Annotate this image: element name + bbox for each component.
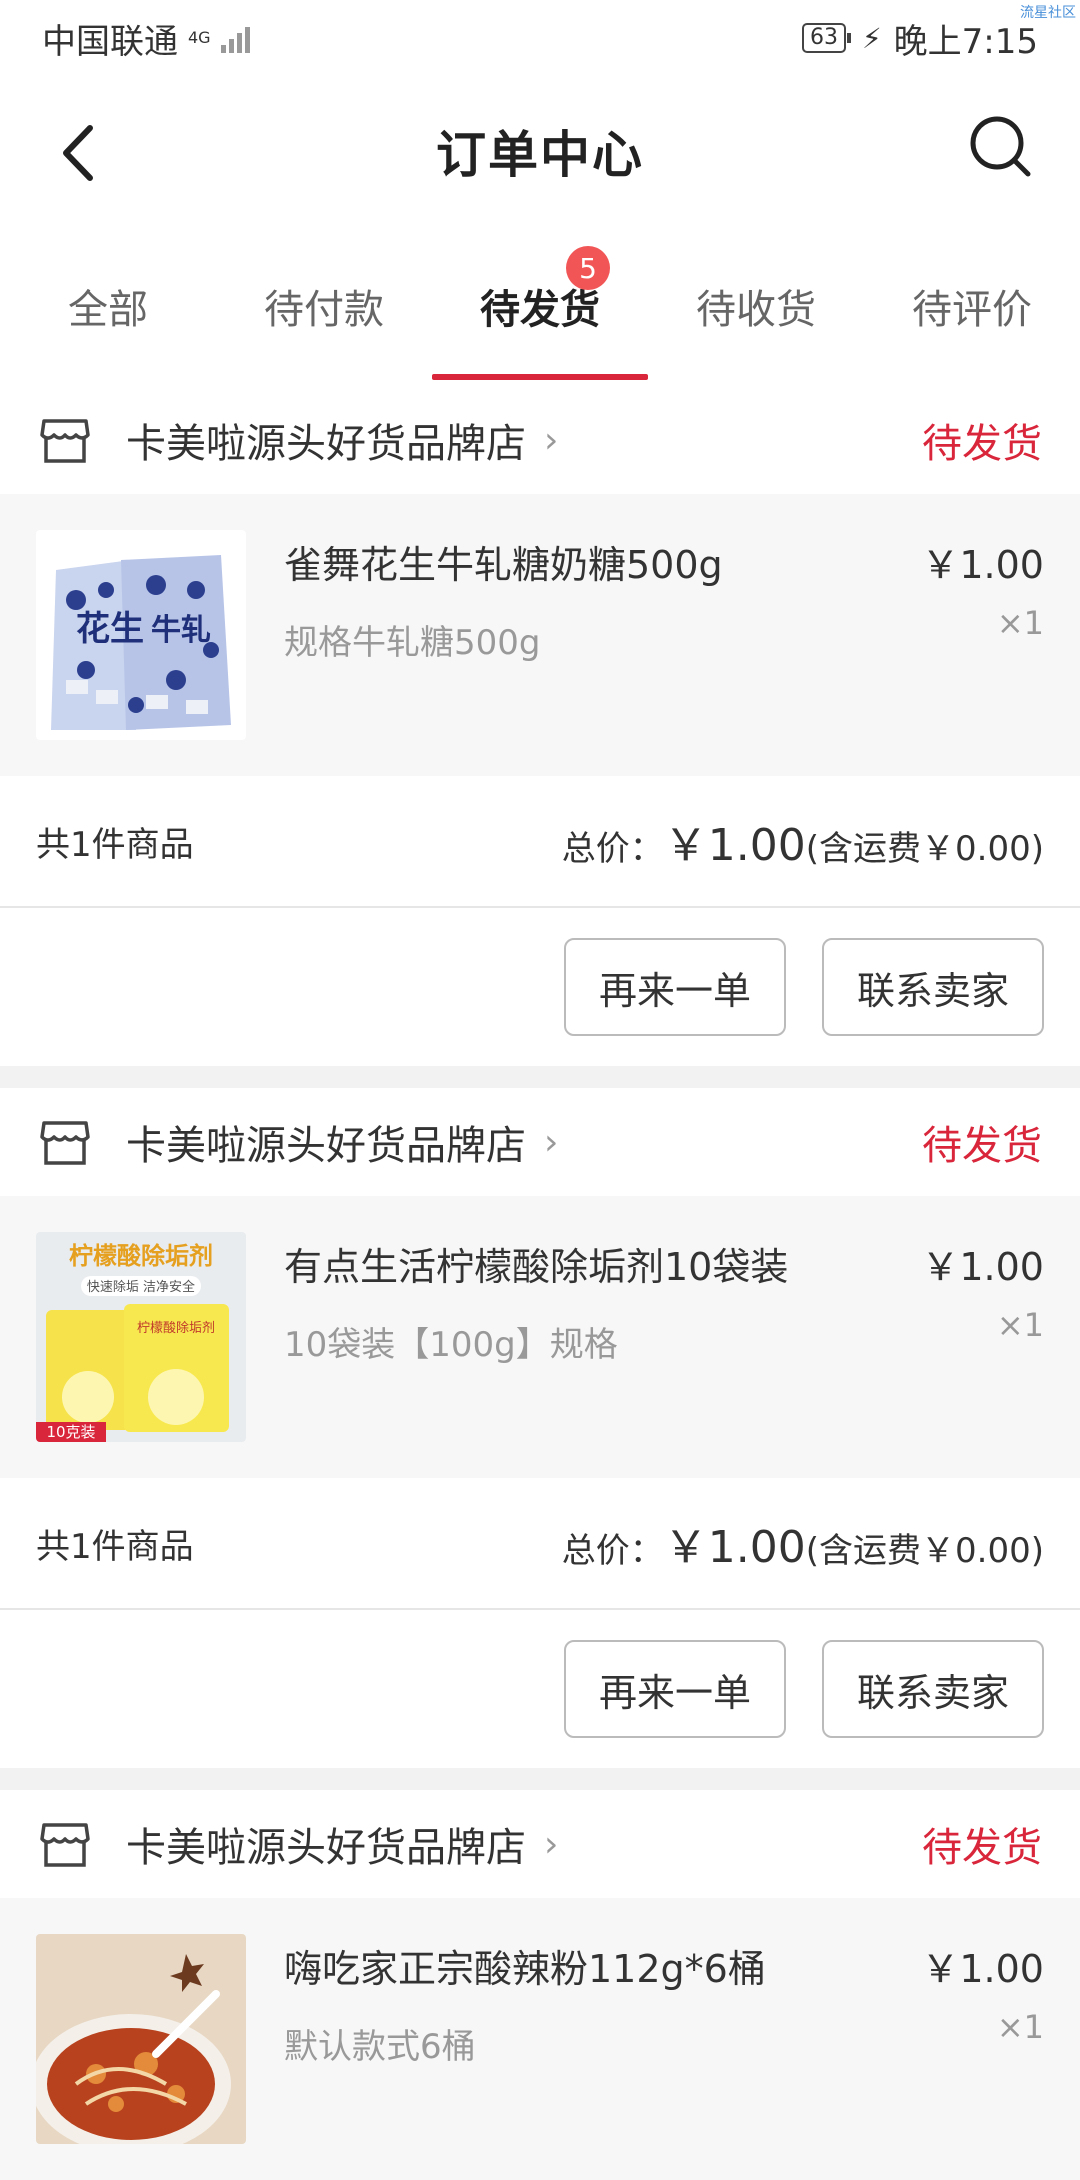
product-image bbox=[36, 1934, 246, 2144]
product-row[interactable]: 嗨吃家正宗酸辣粉112g*6桶 默认款式6桶 ￥1.00 ×1 bbox=[0, 1898, 1080, 2180]
search-icon bbox=[970, 116, 1031, 177]
product-image: 花生 牛轧 bbox=[36, 530, 246, 740]
tab-pending-review[interactable]: 待评价 bbox=[864, 226, 1080, 386]
order-summary: 共1件商品 总价： ￥1.00 (含运费￥0.00) bbox=[0, 776, 1080, 908]
tab-label: 全部 bbox=[68, 287, 148, 333]
status-right: 63 ⚡ 晚上7:15 bbox=[801, 14, 1038, 63]
back-arrow-icon bbox=[63, 125, 93, 181]
item-count: 共1件商品 bbox=[36, 824, 194, 865]
tab-pending-payment[interactable]: 待付款 bbox=[216, 226, 432, 386]
carrier-name: 中国联通 bbox=[42, 21, 178, 62]
order-summary: 共1件商品 总价： ￥1.00 (含运费￥0.00) bbox=[0, 1478, 1080, 1610]
reorder-button[interactable]: 再来一单 bbox=[564, 938, 786, 1036]
product-spec: 规格牛轧糖500g bbox=[284, 623, 541, 663]
product-spec: 10袋装【100g】规格 bbox=[284, 1325, 618, 1365]
shop-row[interactable]: 卡美啦源头好货品牌店 › 待发货 bbox=[0, 1790, 1080, 1898]
tab-label: 待付款 bbox=[264, 287, 384, 333]
svg-text:柠檬酸除垢剂: 柠檬酸除垢剂 bbox=[137, 1321, 215, 1336]
back-button[interactable] bbox=[52, 118, 112, 188]
thumb-tag: 10克装 bbox=[46, 1423, 95, 1441]
product-spec: 默认款式6桶 bbox=[284, 2027, 476, 2067]
order-card: 卡美啦源头好货品牌店 › 待发货 花生 牛轧 雀舞花生牛轧糖奶糖500g 规格牛… bbox=[0, 386, 1080, 1066]
contact-seller-button[interactable]: 联系卖家 bbox=[822, 938, 1044, 1036]
order-tabs: 全部 待付款 待发货 5 待收货 待评价 bbox=[0, 226, 1080, 386]
product-quantity: ×1 bbox=[996, 1306, 1044, 1344]
thumb-subtext: 快速除垢 洁净安全 bbox=[87, 1279, 195, 1295]
thumb-text: 柠檬酸除垢剂 bbox=[69, 1242, 213, 1270]
order-total: 总价： ￥1.00 (含运费￥0.00) bbox=[562, 809, 1044, 873]
tab-badge: 5 bbox=[566, 246, 610, 290]
order-card: 卡美啦源头好货品牌店 › 待发货 嗨吃家正宗酸辣粉112g*6桶 默认款式6桶 … bbox=[0, 1790, 1080, 2180]
shipping-fee: (含运费￥0.00) bbox=[805, 1531, 1044, 1571]
total-amount: ￥1.00 bbox=[663, 1522, 806, 1573]
shop-icon bbox=[40, 419, 90, 463]
svg-text:花生: 花生 bbox=[76, 609, 144, 649]
active-tab-indicator bbox=[432, 374, 648, 380]
shop-icon bbox=[40, 1121, 90, 1165]
tab-label: 待评价 bbox=[912, 287, 1032, 333]
network-label: 4G bbox=[188, 28, 211, 47]
total-label: 总价： bbox=[561, 829, 664, 869]
total-amount: ￥1.00 bbox=[663, 820, 806, 871]
status-left: 中国联通 4G bbox=[42, 14, 250, 63]
shop-name: 卡美啦源头好货品牌店 bbox=[126, 1123, 526, 1169]
shop-icon bbox=[40, 1823, 90, 1867]
charging-icon: ⚡ bbox=[861, 21, 882, 55]
tab-pending-shipment[interactable]: 待发货 5 bbox=[432, 226, 648, 386]
order-status: 待发货 bbox=[922, 421, 1042, 467]
page-title: 订单中心 bbox=[436, 126, 644, 184]
order-total: 总价： ￥1.00 (含运费￥0.00) bbox=[562, 1511, 1044, 1575]
product-price: ￥1.00 bbox=[921, 543, 1044, 587]
product-row[interactable]: 花生 牛轧 雀舞花生牛轧糖奶糖500g 规格牛轧糖500g ￥1.00 ×1 bbox=[0, 494, 1080, 776]
chevron-right-icon: › bbox=[544, 1823, 559, 1865]
contact-seller-button[interactable]: 联系卖家 bbox=[822, 1640, 1044, 1738]
network-type: 4G bbox=[188, 30, 211, 46]
product-row[interactable]: 柠檬酸除垢剂 快速除垢 洁净安全 柠檬酸除垢剂 10克装 有点生活柠檬酸除垢剂1… bbox=[0, 1196, 1080, 1478]
product-quantity: ×1 bbox=[996, 2008, 1044, 2046]
battery-icon: 63 bbox=[801, 23, 851, 53]
product-price: ￥1.00 bbox=[921, 1245, 1044, 1289]
order-status: 待发货 bbox=[922, 1825, 1042, 1871]
order-card: 卡美啦源头好货品牌店 › 待发货 柠檬酸除垢剂 快速除垢 洁净安全 柠檬酸除垢剂… bbox=[0, 1088, 1080, 1768]
shop-name: 卡美啦源头好货品牌店 bbox=[126, 421, 526, 467]
watermark: 流星社区 bbox=[1020, 5, 1076, 21]
svg-text:牛轧: 牛轧 bbox=[151, 613, 211, 648]
shipping-fee: (含运费￥0.00) bbox=[805, 829, 1044, 869]
header: 订单中心 bbox=[0, 76, 1080, 226]
tab-all[interactable]: 全部 bbox=[0, 226, 216, 386]
tab-pending-receipt[interactable]: 待收货 bbox=[648, 226, 864, 386]
status-bar: 中国联通 4G 63 ⚡ 晚上7:15 流星社区 bbox=[0, 0, 1080, 76]
chevron-right-icon: › bbox=[544, 419, 559, 461]
shop-row[interactable]: 卡美啦源头好货品牌店 › 待发货 bbox=[0, 1088, 1080, 1196]
clock: 晚上7:15 bbox=[893, 21, 1038, 62]
shop-name: 卡美啦源头好货品牌店 bbox=[126, 1825, 526, 1871]
order-actions: 再来一单 联系卖家 bbox=[0, 908, 1080, 1066]
shop-row[interactable]: 卡美啦源头好货品牌店 › 待发货 bbox=[0, 386, 1080, 494]
chevron-right-icon: › bbox=[544, 1121, 559, 1163]
product-image: 柠檬酸除垢剂 快速除垢 洁净安全 柠檬酸除垢剂 10克装 bbox=[36, 1232, 246, 1442]
item-count: 共1件商品 bbox=[36, 1526, 194, 1567]
order-status: 待发货 bbox=[922, 1123, 1042, 1169]
total-label: 总价： bbox=[561, 1531, 664, 1571]
tab-label: 待收货 bbox=[696, 287, 816, 333]
signal-icon bbox=[220, 23, 250, 53]
reorder-button[interactable]: 再来一单 bbox=[564, 1640, 786, 1738]
product-quantity: ×1 bbox=[996, 604, 1044, 642]
product-price: ￥1.00 bbox=[921, 1947, 1044, 1991]
order-actions: 再来一单 联系卖家 bbox=[0, 1610, 1080, 1768]
search-button[interactable] bbox=[966, 112, 1036, 182]
